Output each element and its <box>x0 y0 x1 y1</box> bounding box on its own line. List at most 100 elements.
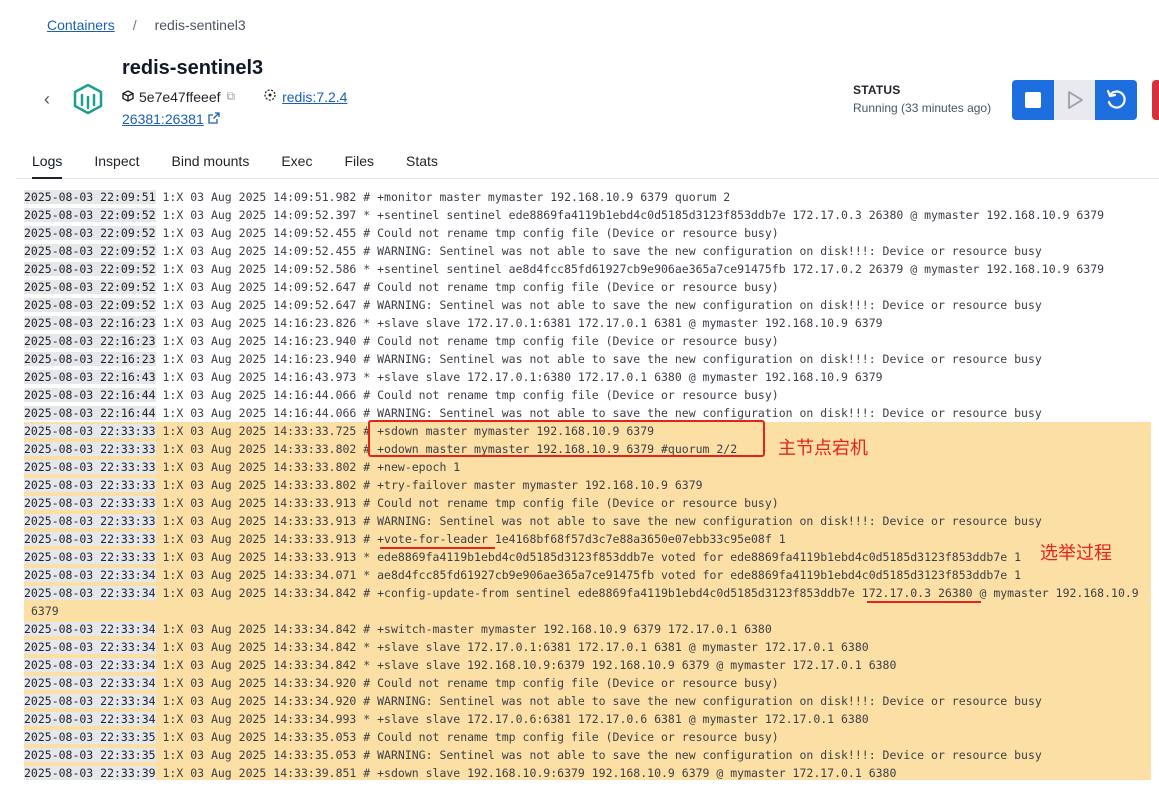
port-row: 26381:26381 <box>122 111 220 127</box>
log-timestamp: 2025-08-03 22:16:44 <box>24 406 156 420</box>
log-timestamp: 2025-08-03 22:33:33 <box>24 532 156 546</box>
log-timestamp: 2025-08-03 22:33:33 <box>24 424 156 438</box>
log-message: 1:X 03 Aug 2025 14:09:51.982 # +monitor … <box>162 190 731 204</box>
tab-inspect[interactable]: Inspect <box>78 142 155 178</box>
log-timestamp: 2025-08-03 22:16:23 <box>24 334 156 348</box>
annotation-box-master-down <box>368 420 765 457</box>
log-line: 2025-08-03 22:33:33 1:X 03 Aug 2025 14:3… <box>24 458 1159 476</box>
log-line: 2025-08-03 22:33:34 1:X 03 Aug 2025 14:3… <box>24 584 1159 602</box>
tab-exec[interactable]: Exec <box>265 142 328 178</box>
log-line: 2025-08-03 22:33:39 1:X 03 Aug 2025 14:3… <box>24 764 1159 782</box>
log-line: 2025-08-03 22:33:34 1:X 03 Aug 2025 14:3… <box>24 692 1159 710</box>
log-message: 1:X 03 Aug 2025 14:16:43.973 * +slave sl… <box>162 370 883 384</box>
log-message-wrap: 6379 <box>31 604 59 618</box>
log-message: 1:X 03 Aug 2025 14:33:33.802 # +new-epoc… <box>162 460 461 474</box>
log-timestamp: 2025-08-03 22:33:33 <box>24 496 156 510</box>
log-line: 2025-08-03 22:16:23 1:X 03 Aug 2025 14:1… <box>24 332 1159 350</box>
log-line: 2025-08-03 22:09:52 1:X 03 Aug 2025 14:0… <box>24 206 1159 224</box>
log-message: 1:X 03 Aug 2025 14:33:35.053 # Could not… <box>162 730 779 744</box>
external-link-icon[interactable] <box>208 111 220 127</box>
log-message: 1:X 03 Aug 2025 14:16:23.940 # WARNING: … <box>162 352 1042 366</box>
stop-icon <box>1025 92 1041 108</box>
log-timestamp: 2025-08-03 22:33:34 <box>24 676 156 690</box>
status-block: STATUS Running (33 minutes ago) <box>853 83 991 115</box>
breadcrumb-separator: / <box>132 17 137 33</box>
log-timestamp: 2025-08-03 22:33:34 <box>24 694 156 708</box>
log-message: 1:X 03 Aug 2025 14:33:34.842 * +slave sl… <box>162 658 897 672</box>
log-timestamp: 2025-08-03 22:33:34 <box>24 658 156 672</box>
log-line: 2025-08-03 22:33:34 1:X 03 Aug 2025 14:3… <box>24 656 1159 674</box>
log-timestamp: 2025-08-03 22:33:33 <box>24 514 156 528</box>
breadcrumb-current: redis-sentinel3 <box>154 17 246 33</box>
log-timestamp: 2025-08-03 22:33:34 <box>24 568 156 582</box>
log-timestamp: 2025-08-03 22:33:34 <box>24 622 156 636</box>
port-link[interactable]: 26381:26381 <box>122 111 204 127</box>
log-line: 2025-08-03 22:16:23 1:X 03 Aug 2025 14:1… <box>24 350 1159 368</box>
log-timestamp: 2025-08-03 22:33:35 <box>24 730 156 744</box>
log-line: 2025-08-03 22:09:51 1:X 03 Aug 2025 14:0… <box>24 188 1159 206</box>
log-message: 1:X 03 Aug 2025 14:33:33.913 # +vote-for… <box>162 532 786 546</box>
log-timestamp: 2025-08-03 22:33:34 <box>24 640 156 654</box>
log-timestamp: 2025-08-03 22:33:34 <box>24 712 156 726</box>
log-line: 2025-08-03 22:09:52 1:X 03 Aug 2025 14:0… <box>24 224 1159 242</box>
play-icon <box>1068 91 1083 109</box>
log-message: 1:X 03 Aug 2025 14:09:52.586 * +sentinel… <box>162 262 1105 276</box>
log-line: 2025-08-03 22:33:34 1:X 03 Aug 2025 14:3… <box>24 566 1159 584</box>
log-message: 1:X 03 Aug 2025 14:33:35.053 # WARNING: … <box>162 748 1042 762</box>
image-link[interactable]: redis:7.2.4 <box>282 89 347 105</box>
stop-button[interactable] <box>1012 80 1054 120</box>
log-timestamp: 2025-08-03 22:16:23 <box>24 352 156 366</box>
log-timestamp: 2025-08-03 22:33:35 <box>24 748 156 762</box>
tab-files[interactable]: Files <box>328 142 390 178</box>
log-line: 2025-08-03 22:33:34 1:X 03 Aug 2025 14:3… <box>24 620 1159 638</box>
annotation-underline-vote <box>380 547 495 549</box>
tab-bind-mounts[interactable]: Bind mounts <box>156 142 266 178</box>
annotation-election: 选举过程 <box>1040 543 1112 564</box>
log-line: 2025-08-03 22:16:43 1:X 03 Aug 2025 14:1… <box>24 368 1159 386</box>
status-label: STATUS <box>853 83 901 97</box>
delete-button[interactable] <box>1152 80 1159 120</box>
log-message: 1:X 03 Aug 2025 14:33:33.913 * ede8869fa… <box>162 550 1022 564</box>
cube-icon <box>122 89 134 105</box>
log-message: 1:X 03 Aug 2025 14:09:52.647 # WARNING: … <box>162 298 1042 312</box>
log-timestamp: 2025-08-03 22:09:52 <box>24 244 156 258</box>
log-message: 1:X 03 Aug 2025 14:16:44.066 # WARNING: … <box>162 406 1042 420</box>
log-message: 1:X 03 Aug 2025 14:33:33.913 # Could not… <box>162 496 779 510</box>
restart-icon <box>1106 89 1126 109</box>
log-message: 1:X 03 Aug 2025 14:16:23.940 # Could not… <box>162 334 779 348</box>
container-id: 5e7e47ffeeef <box>139 88 221 105</box>
log-line: 2025-08-03 22:16:23 1:X 03 Aug 2025 14:1… <box>24 314 1159 332</box>
log-timestamp: 2025-08-03 22:33:33 <box>24 442 156 456</box>
log-line: 2025-08-03 22:33:33 1:X 03 Aug 2025 14:3… <box>24 530 1159 548</box>
log-timestamp: 2025-08-03 22:33:34 <box>24 586 156 600</box>
breadcrumb-containers-link[interactable]: Containers <box>47 17 115 33</box>
log-message: 1:X 03 Aug 2025 14:09:52.455 # Could not… <box>162 226 779 240</box>
log-message: 1:X 03 Aug 2025 14:16:23.826 * +slave sl… <box>162 316 883 330</box>
log-message: 1:X 03 Aug 2025 14:09:52.397 * +sentinel… <box>162 208 1105 222</box>
log-line: 2025-08-03 22:09:52 1:X 03 Aug 2025 14:0… <box>24 296 1159 314</box>
tab-logs[interactable]: Logs <box>16 142 78 179</box>
log-line: 2025-08-03 22:16:44 1:X 03 Aug 2025 14:1… <box>24 386 1159 404</box>
log-line: 2025-08-03 22:33:34 1:X 03 Aug 2025 14:3… <box>24 674 1159 692</box>
log-message: 1:X 03 Aug 2025 14:33:33.802 # +try-fail… <box>162 478 703 492</box>
log-message: 1:X 03 Aug 2025 14:33:34.842 * +slave sl… <box>162 640 869 654</box>
log-message: 1:X 03 Aug 2025 14:33:34.071 * ae8d4fcc8… <box>162 568 1022 582</box>
container-icon <box>72 83 104 115</box>
restart-button[interactable] <box>1095 80 1137 120</box>
log-timestamp: 2025-08-03 22:09:52 <box>24 262 156 276</box>
back-chevron-icon[interactable]: ‹ <box>38 89 56 111</box>
log-message: 1:X 03 Aug 2025 14:33:34.920 # Could not… <box>162 676 779 690</box>
log-line: 2025-08-03 22:33:33 1:X 03 Aug 2025 14:3… <box>24 476 1159 494</box>
log-line: 2025-08-03 22:09:52 1:X 03 Aug 2025 14:0… <box>24 260 1159 278</box>
copy-icon[interactable]: ⧉ <box>227 89 236 104</box>
log-line: 2025-08-03 22:33:35 1:X 03 Aug 2025 14:3… <box>24 746 1159 764</box>
start-button[interactable] <box>1054 80 1096 120</box>
log-timestamp: 2025-08-03 22:09:52 <box>24 298 156 312</box>
log-line: 2025-08-03 22:33:33 1:X 03 Aug 2025 14:3… <box>24 548 1159 566</box>
log-line: 2025-08-03 22:33:33 1:X 03 Aug 2025 14:3… <box>24 494 1159 512</box>
tab-stats[interactable]: Stats <box>390 142 454 178</box>
log-message: 1:X 03 Aug 2025 14:33:39.851 # +sdown sl… <box>162 766 897 780</box>
log-viewer[interactable]: 2025-08-03 22:09:51 1:X 03 Aug 2025 14:0… <box>24 188 1159 788</box>
log-line: 2025-08-03 22:09:52 1:X 03 Aug 2025 14:0… <box>24 242 1159 260</box>
log-timestamp: 2025-08-03 22:33:33 <box>24 460 156 474</box>
